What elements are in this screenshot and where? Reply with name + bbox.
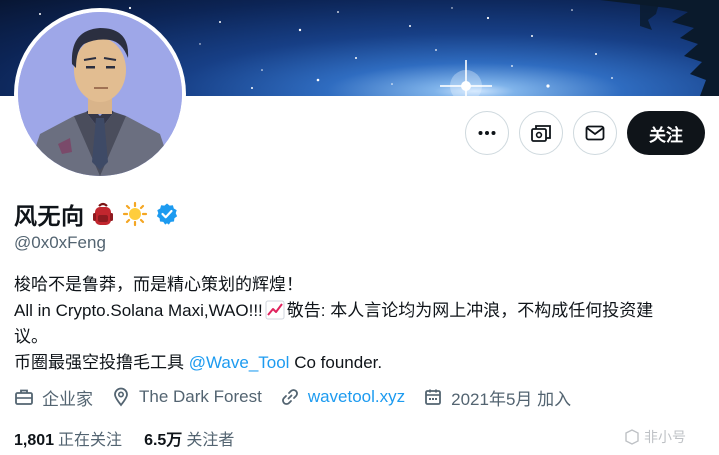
subscribe-button[interactable]: [519, 111, 563, 155]
joined-text: 2021年5月 加入: [451, 389, 572, 409]
link-icon: [281, 389, 298, 405]
user-handle: @0x0xFeng: [14, 233, 106, 252]
followers-stat[interactable]: 6.5万 关注者: [144, 426, 234, 450]
sun-emoji-icon: [121, 200, 149, 228]
message-button[interactable]: [573, 111, 617, 155]
calendar-icon: [425, 389, 442, 405]
avatar-image: [18, 12, 182, 176]
location-pin-icon: [114, 387, 128, 407]
following-stat[interactable]: 1,801 正在关注: [14, 426, 122, 450]
following-label: 正在关注: [58, 432, 123, 449]
meta-location: The Dark Forest: [111, 387, 262, 407]
bio-line-1: 梭哈不是鲁莽，而是精心策划的辉煌！: [14, 275, 303, 294]
follow-button[interactable]: 关注: [627, 111, 705, 155]
avatar[interactable]: [14, 8, 186, 180]
follow-stats: 1,801 正在关注 6.5万 关注者: [14, 427, 256, 449]
bio-line-3: 议。: [14, 327, 48, 346]
display-name: 风无向: [14, 203, 85, 229]
message-icon: [585, 125, 605, 141]
verified-badge-icon[interactable]: [153, 200, 181, 228]
website-link[interactable]: wavetool.xyz: [308, 387, 405, 407]
bio-line-4-after: Co founder.: [289, 353, 383, 372]
bio: 梭哈不是鲁莽，而是精心策划的辉煌！ All in Crypto.Solana M…: [14, 272, 714, 376]
watermark-text: 非小号: [644, 429, 686, 445]
bio-line-2-after: 敬告: 本人言论均为网上冲浪，不构成任何投资建: [286, 301, 654, 320]
meta-website: wavetool.xyz: [280, 387, 405, 407]
bio-line-4: 币圈最强空投撸毛工具 @Wave_Tool Co founder.: [14, 350, 714, 376]
profile-meta: 企业家 The Dark Forest wavetool.xyz 2021年5月…: [14, 385, 589, 409]
meta-joined: 2021年5月 加入: [423, 385, 571, 410]
more-icon: [478, 131, 496, 135]
backpack-emoji-icon: [89, 200, 117, 228]
bio-line-2: All in Crypto.Solana Maxi,WAO!!! 敬告: 本人言论…: [14, 298, 714, 324]
meta-profession: 企业家: [14, 385, 93, 410]
followers-label: 关注者: [186, 432, 235, 449]
watermark: 非小号: [624, 427, 686, 447]
bio-line-2-text: All in Crypto.Solana Maxi,WAO!!!: [14, 301, 263, 320]
profession-text: 企业家: [42, 389, 93, 409]
followers-count: 6.5万: [144, 432, 183, 449]
briefcase-icon: [15, 389, 33, 405]
following-count: 1,801: [14, 432, 55, 449]
subscribe-icon: [531, 125, 551, 142]
chart-emoji-icon: [264, 299, 286, 321]
name-row: 风无向: [14, 198, 181, 230]
bio-line-4-before: 币圈最强空投撸毛工具: [14, 353, 189, 372]
location-text: The Dark Forest: [139, 387, 262, 406]
more-button[interactable]: [465, 111, 509, 155]
watermark-logo-icon: [625, 429, 639, 445]
mention-link[interactable]: @Wave_Tool: [189, 353, 290, 372]
